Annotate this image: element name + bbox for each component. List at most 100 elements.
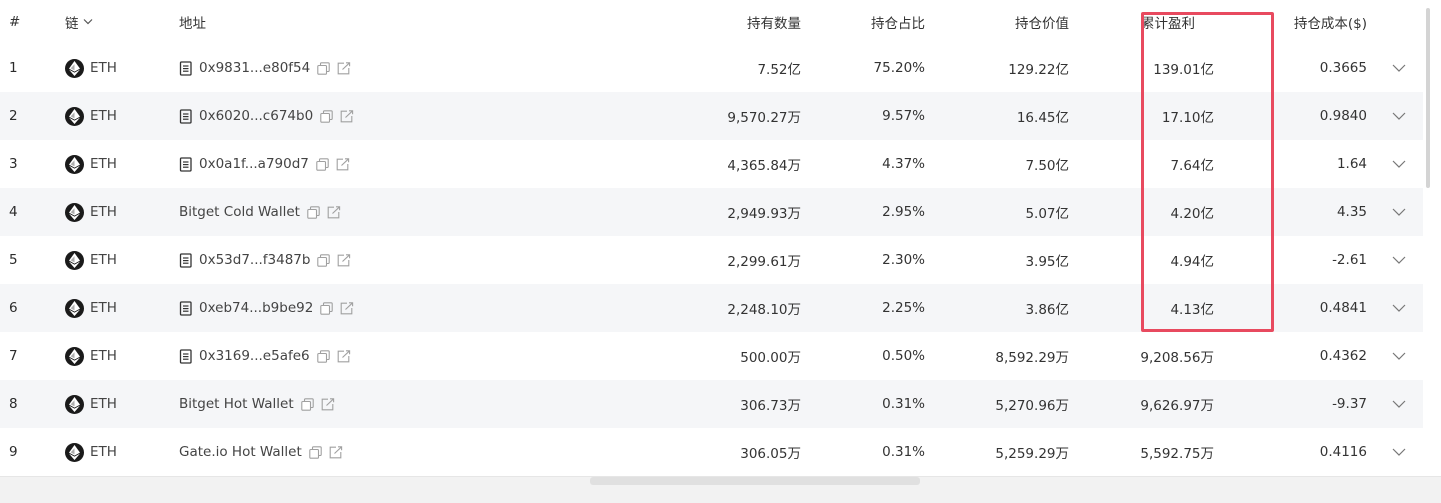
cumulative-pnl-value: 4.20亿 [1170,206,1214,222]
table-row[interactable]: 7 ETH 0x3169...e5afe6 500.00万 0.50% 8,59… [0,332,1423,380]
position-value: 16.45亿 [1016,110,1069,126]
position-value: 5,270.96万 [995,398,1069,414]
address-link[interactable]: 0x3169...e5afe6 [199,348,310,364]
ethereum-icon [65,442,84,462]
address-link[interactable]: 0x0a1f...a790d7 [199,156,309,172]
address-link[interactable]: Gate.io Hot Wallet [179,444,302,460]
cost-basis-value: -9.37 [1332,396,1367,412]
holdings-value: 306.73万 [740,398,801,414]
holders-table: # 链 地址 持有数量 持仓占比 持仓价值 累计盈利 持仓成本($) 1 ETH [0,0,1423,476]
column-header-share[interactable]: 持仓占比 [871,0,925,44]
horizontal-scrollbar[interactable] [0,476,1441,503]
external-link-icon[interactable] [337,253,351,267]
share-value: 4.37% [882,156,925,172]
position-value: 129.22亿 [1008,62,1069,78]
expand-row-button[interactable] [1389,92,1409,140]
copy-icon[interactable] [316,349,330,363]
column-header-address: 地址 [179,16,206,32]
table-row[interactable]: 6 ETH 0xeb74...b9be92 2,248.10万 2.25% 3.… [0,284,1423,332]
expand-row-button[interactable] [1389,332,1409,380]
address-link[interactable]: Bitget Hot Wallet [179,396,294,412]
address-link[interactable]: 0x6020...c674b0 [199,108,313,124]
address-link[interactable]: 0x9831...e80f54 [199,60,310,76]
position-value: 8,592.29万 [995,350,1069,366]
vertical-scrollbar[interactable] [1424,0,1441,490]
copy-icon[interactable] [320,301,334,315]
expand-row-button[interactable] [1389,428,1409,476]
expand-row-button[interactable] [1389,380,1409,428]
chevron-down-icon[interactable] [1392,208,1406,216]
table-row[interactable]: 5 ETH 0x53d7...f3487b 2,299.61万 2.30% 3.… [0,236,1423,284]
table-row[interactable]: 2 ETH 0x6020...c674b0 9,570.27万 9.57% 16… [0,92,1423,140]
holdings-value: 500.00万 [740,350,801,366]
external-link-icon[interactable] [321,397,335,411]
table-row[interactable]: 9 ETH Gate.io Hot Wallet 306.05万 0.31% 5… [0,428,1423,476]
row-index: 7 [9,348,18,364]
chain-cell: ETH [65,188,117,236]
chain-name: ETH [90,108,117,124]
chain-cell: ETH [65,44,117,92]
table-row[interactable]: 3 ETH 0x0a1f...a790d7 4,365.84万 4.37% 7.… [0,140,1423,188]
holdings-value: 2,949.93万 [727,206,801,222]
table-row[interactable]: 8 ETH Bitget Hot Wallet 306.73万 0.31% 5,… [0,380,1423,428]
external-link-icon[interactable] [340,301,354,315]
chevron-down-icon[interactable] [1392,304,1406,312]
external-link-icon[interactable] [337,61,351,75]
expand-row-button[interactable] [1389,140,1409,188]
expand-row-button[interactable] [1389,236,1409,284]
chain-cell: ETH [65,236,117,284]
external-link-icon[interactable] [336,157,350,171]
column-header-cumulative-pnl[interactable]: 累计盈利 [1141,0,1195,44]
address-cell: Gate.io Hot Wallet [179,428,343,476]
cost-basis-value: 0.4841 [1319,300,1367,316]
chevron-down-icon[interactable] [1392,256,1406,264]
copy-icon[interactable] [300,397,314,411]
external-link-icon[interactable] [329,445,343,459]
expand-row-button[interactable] [1389,44,1409,92]
chevron-down-icon[interactable] [1392,160,1406,168]
copy-icon[interactable] [320,109,333,123]
cumulative-pnl-value: 139.01亿 [1153,62,1214,78]
cost-basis-value: 4.35 [1336,204,1367,220]
cost-basis-value: 0.4116 [1319,444,1367,460]
table-row[interactable]: 1 ETH 0x9831...e80f54 7.52亿 75.20% 129.2… [0,44,1423,92]
external-link-icon[interactable] [337,349,351,363]
vertical-scrollbar-thumb[interactable] [1426,8,1430,188]
holdings-value: 306.05万 [740,446,801,462]
chevron-down-icon[interactable] [1392,448,1406,456]
column-header-holdings[interactable]: 持有数量 [747,0,801,44]
copy-icon[interactable] [317,61,330,75]
cumulative-pnl-value: 7.64亿 [1170,158,1214,174]
external-link-icon[interactable] [340,109,354,123]
copy-icon[interactable] [307,205,320,219]
column-header-chain[interactable]: 链 [65,0,93,44]
chevron-down-icon[interactable] [1392,112,1406,120]
address-link[interactable]: Bitget Cold Wallet [179,204,300,220]
chevron-down-icon[interactable] [1392,64,1406,72]
address-cell: 0x9831...e80f54 [179,44,351,92]
chevron-down-icon[interactable] [1392,352,1406,360]
chain-name: ETH [90,60,117,76]
row-index: 1 [9,60,18,76]
expand-row-button[interactable] [1389,284,1409,332]
expand-row-button[interactable] [1389,188,1409,236]
column-header-value[interactable]: 持仓价值 [1015,0,1069,44]
cost-basis-value: 0.4362 [1319,348,1367,364]
address-cell: 0x53d7...f3487b [179,236,351,284]
column-header-cost-basis[interactable]: 持仓成本($) [1294,0,1367,44]
row-index: 8 [9,396,18,412]
copy-icon[interactable] [317,253,331,267]
external-link-icon[interactable] [327,205,341,219]
horizontal-scrollbar-thumb[interactable] [590,477,920,485]
chain-name: ETH [90,204,117,220]
table-row[interactable]: 4 ETH Bitget Cold Wallet 2,949.93万 2.95% [0,188,1423,236]
address-link[interactable]: 0x53d7...f3487b [199,252,310,268]
share-value: 2.95% [882,204,925,220]
chevron-down-icon[interactable] [83,17,93,28]
chevron-down-icon[interactable] [1392,400,1406,408]
document-icon [179,156,193,172]
row-index: 5 [9,252,18,268]
copy-icon[interactable] [316,157,329,171]
address-link[interactable]: 0xeb74...b9be92 [199,300,313,316]
copy-icon[interactable] [309,445,322,459]
